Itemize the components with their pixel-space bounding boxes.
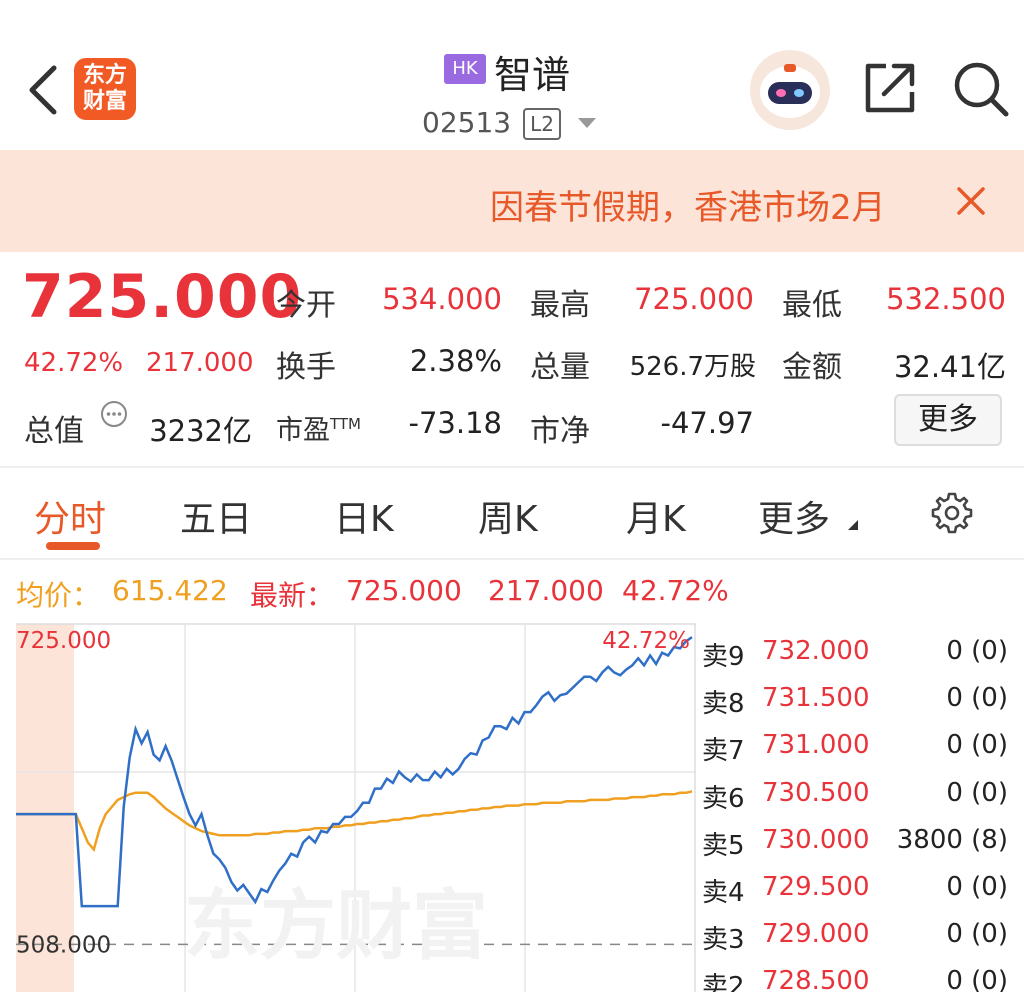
ask-level-label: 卖4 [702,878,745,908]
change-percent: 42.72% [24,348,124,378]
ask-level-label: 卖6 [702,783,745,814]
more-corner-triangle-icon [848,520,858,530]
search-icon[interactable] [952,60,1010,118]
order-book-row: 卖6 730.500 0 (0) [700,768,1012,815]
current-price: 725.000 [22,262,303,332]
tab-more[interactable]: 更多 [758,490,830,542]
ask-quantity: 0 (0) [946,777,1008,808]
avg-price-line [16,790,693,853]
stock-name: 智谱 [494,53,571,97]
ask-price: 730.000 [762,824,870,855]
turnover-label: 换手 [276,350,336,385]
order-book-row: 卖8 731.500 0 (0) [700,673,1012,720]
order-book-row: 卖2 728.500 0 (0) [700,956,1012,992]
order-book-row: 卖7 731.000 0 (0) [700,720,1012,767]
market-cap-value: 3232亿 [149,414,252,448]
ask-price: 729.500 [762,872,870,902]
ask-quantity: 0 (0) [946,636,1008,666]
ask-quantity: 0 (0) [946,872,1008,902]
ask-quantity: 0 (0) [946,683,1008,714]
gear-icon[interactable] [928,490,974,536]
tab-intraday[interactable]: 分时 [34,490,106,542]
amount-value: 32.41亿 [893,350,1006,384]
info-dots-icon[interactable] [100,400,128,428]
pe-ttm-sup: TTM [330,415,362,433]
legend-change-percent: 42.72% [622,574,729,607]
level2-badge[interactable]: L2 [523,108,561,140]
share-icon[interactable] [862,60,918,116]
tab-monthly-k[interactable]: 月K [626,490,686,542]
order-book-row: 卖4 729.500 0 (0) [700,862,1012,909]
notice-text: 因春节假期，香港市场2月 [490,188,886,228]
ask-price: 731.000 [762,730,870,761]
ask-quantity: 0 (0) [946,730,1008,761]
market-cap-label: 总值 [24,414,84,449]
intraday-chart[interactable]: 东方财富 725.000 42.72% 508.000 [14,622,696,992]
open-label: 今开 [276,288,336,323]
legend-change-amount: 217.000 [488,574,604,607]
ask-level-label: 卖3 [702,925,745,956]
avg-price-label: 均价： [16,579,101,612]
low-value: 532.500 [886,282,1006,316]
high-value: 725.000 [634,282,754,316]
order-book-row: 卖5 730.000 3800 (8) [700,815,1012,862]
logo-text: 东方财富 [83,63,128,114]
ask-price: 728.500 [762,966,870,992]
pb-value: -47.97 [660,406,755,440]
active-tab-indicator [46,542,100,550]
last-price-value: 725.000 [346,574,462,607]
pe-label-text: 市盈 [276,415,330,446]
avg-price-value: 615.422 [112,574,228,607]
ask-quantity: 3800 (8) [896,824,1008,855]
robot-avatar-icon[interactable] [750,50,830,130]
last-price-label: 最新： [250,579,335,612]
volume-value: 526.7万股 [629,352,756,382]
pb-label: 市净 [530,414,590,449]
volume-label: 总量 [530,350,590,385]
ask-price: 731.500 [762,683,870,714]
ask-quantity: 0 (0) [946,919,1008,950]
pe-label: 市盈TTM [276,408,361,447]
divider [0,558,1024,560]
stock-code: 02513 [422,106,512,139]
tab-weekly-k[interactable]: 周K [478,490,538,542]
dropdown-caret-icon[interactable] [578,118,596,128]
ask-level-label: 卖9 [702,642,745,672]
watermark: 东方财富 [184,881,488,970]
y-top-label: 725.000 [16,628,111,654]
ask-level-label: 卖5 [702,830,745,861]
turnover-value: 2.38% [409,344,502,378]
ask-price: 732.000 [762,636,870,666]
ask-quantity: 0 (0) [946,966,1008,992]
tab-daily-k[interactable]: 日K [334,490,394,542]
app-logo[interactable]: 东方财富 [74,58,136,120]
close-icon[interactable] [954,184,988,218]
back-arrow-icon[interactable] [24,62,64,118]
order-book-row: 卖3 729.000 0 (0) [700,909,1012,956]
y-base-label: 508.000 [16,932,111,958]
low-label: 最低 [782,288,842,323]
tab-five-day[interactable]: 五日 [180,490,252,542]
pe-value: -73.18 [408,406,503,440]
change-amount: 217.000 [146,348,254,378]
ask-level-label: 卖2 [702,972,745,992]
amount-label: 金额 [782,350,842,385]
divider [0,466,1024,468]
more-button[interactable]: 更多 [894,394,1002,446]
ask-price: 730.500 [762,777,870,808]
ask-level-label: 卖8 [702,689,745,720]
order-book-row: 卖9 732.000 0 (0) [700,626,1012,673]
top-right-pct-label: 42.72% [602,628,690,654]
ask-level-label: 卖7 [702,736,745,767]
market-badge: HK [444,54,486,84]
high-label: 最高 [530,288,590,323]
ask-price: 729.000 [762,919,870,950]
open-value: 534.000 [382,282,502,316]
